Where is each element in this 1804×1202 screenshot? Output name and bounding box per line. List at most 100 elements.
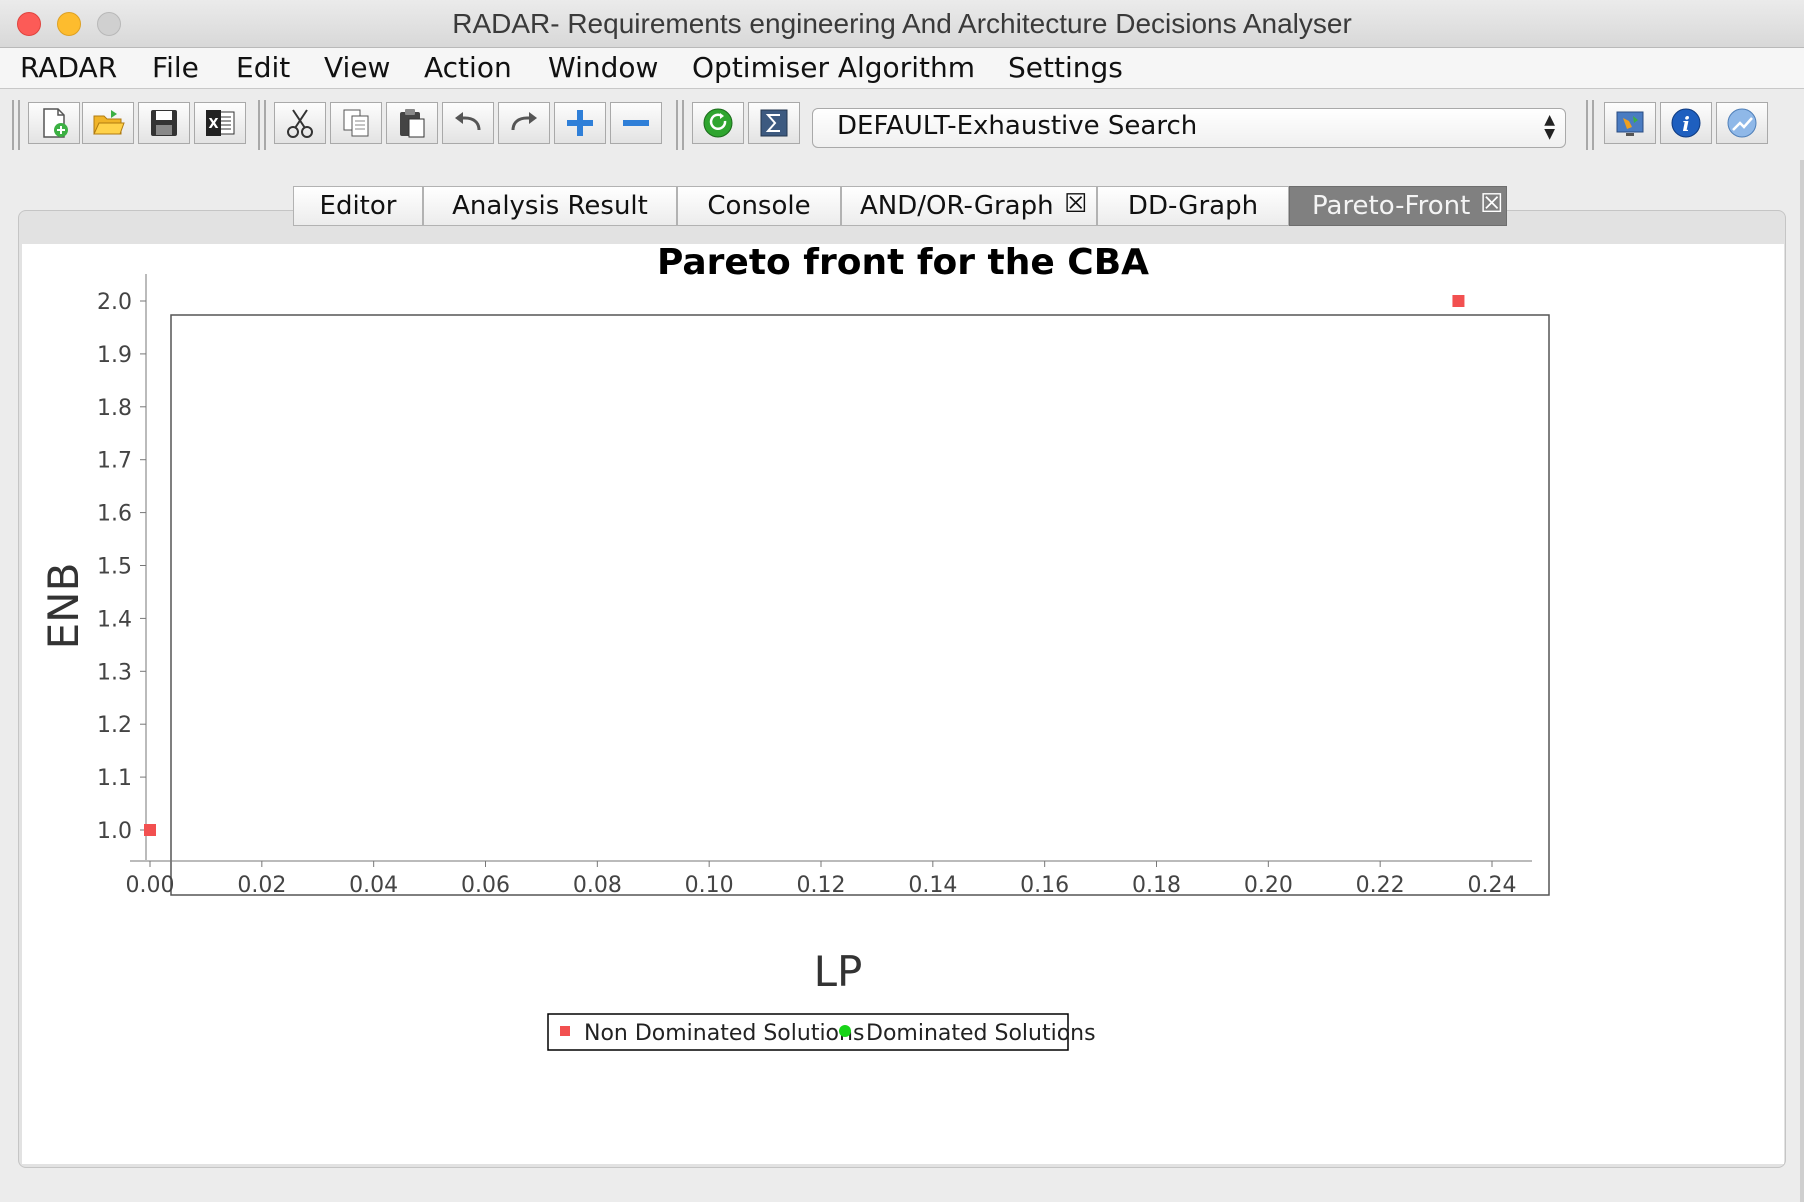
svg-text:i: i bbox=[1682, 112, 1690, 136]
menu-settings[interactable]: Settings bbox=[1008, 51, 1123, 84]
redo-icon bbox=[511, 112, 537, 131]
menu-action[interactable]: Action bbox=[424, 51, 512, 84]
world-icon bbox=[1616, 111, 1644, 136]
redo-button[interactable] bbox=[498, 102, 550, 144]
y-tick-label: 1.2 bbox=[97, 713, 132, 738]
paste-button[interactable] bbox=[386, 102, 438, 144]
y-tick-label: 1.3 bbox=[97, 660, 132, 685]
paste-icon bbox=[400, 109, 425, 138]
algorithm-select[interactable]: DEFAULT-Exhaustive Search ▲ ▼ bbox=[812, 108, 1566, 148]
zoom-out-button[interactable] bbox=[610, 102, 662, 144]
x-tick-label: 0.14 bbox=[908, 873, 957, 898]
tab-label: Editor bbox=[319, 191, 397, 221]
title-bar: RADAR- Requirements engineering And Arch… bbox=[0, 0, 1804, 48]
menu-view[interactable]: View bbox=[324, 51, 390, 84]
tab-pareto-front[interactable]: Pareto-Front ☒ bbox=[1289, 186, 1507, 226]
y-tick-label: 1.5 bbox=[97, 555, 132, 580]
y-tick-label: 1.8 bbox=[97, 396, 132, 421]
world-button[interactable] bbox=[1604, 102, 1656, 144]
sigma-icon bbox=[760, 109, 788, 137]
tab-editor[interactable]: Editor bbox=[293, 186, 423, 226]
menu-optimiser-algorithm[interactable]: Optimiser Algorithm bbox=[692, 51, 975, 84]
undo-icon bbox=[455, 112, 481, 131]
copy-icon bbox=[343, 109, 369, 137]
sigma-button[interactable] bbox=[748, 102, 800, 144]
x-tick-label: 0.06 bbox=[461, 873, 510, 898]
x-tick-label: 0.24 bbox=[1468, 873, 1517, 898]
refresh-icon bbox=[703, 108, 733, 138]
y-tick-label: 1.6 bbox=[97, 502, 132, 527]
select-arrows-icon: ▲ ▼ bbox=[1544, 112, 1555, 142]
close-tab-icon[interactable]: ☒ bbox=[1064, 191, 1087, 217]
svg-text:X: X bbox=[208, 117, 218, 132]
x-tick-label: 0.02 bbox=[237, 873, 286, 898]
x-tick-label: 0.12 bbox=[797, 873, 846, 898]
menu-file[interactable]: File bbox=[152, 51, 199, 84]
toolbar-grip[interactable] bbox=[676, 100, 684, 150]
toolbar-grip[interactable] bbox=[12, 100, 20, 150]
window-edge bbox=[1800, 160, 1804, 1202]
y-tick-label: 1.9 bbox=[97, 343, 132, 368]
copy-button[interactable] bbox=[330, 102, 382, 144]
menu-radar[interactable]: RADAR bbox=[20, 51, 117, 84]
toolbar-grip[interactable] bbox=[1586, 100, 1594, 150]
cut-icon bbox=[287, 109, 313, 138]
x-tick-label: 0.16 bbox=[1020, 873, 1069, 898]
legend: Non Dominated Solutions Dominated Soluti… bbox=[547, 1013, 1096, 1051]
tab-label: Pareto-Front bbox=[1312, 191, 1471, 221]
legend-label-dominated: Dominated Solutions bbox=[866, 1021, 1096, 1046]
tab-console[interactable]: Console bbox=[677, 186, 841, 226]
chart-container: Pareto front for the CBA 1.0 1.1 1.2 1.3 1.4… bbox=[22, 244, 1784, 1164]
y-axis: 1.0 1.1 1.2 1.3 1.4 1.5 1.6 1.7 1.8 1.9 2.0 bbox=[97, 274, 147, 860]
pareto-chart: Pareto front for the CBA 1.0 1.1 1.2 1.3 1.4… bbox=[39, 244, 1550, 1051]
zoom-out-icon bbox=[623, 120, 649, 126]
y-tick-label: 1.0 bbox=[97, 819, 132, 844]
data-point bbox=[144, 824, 156, 836]
tab-label: Analysis Result bbox=[452, 191, 648, 221]
toolbar: X DEFAULT-Exhaustive Search ▲ ▼ i bbox=[0, 90, 1804, 160]
zoom-in-icon bbox=[567, 110, 593, 136]
tab-label: Console bbox=[707, 191, 811, 221]
toolbar-grip[interactable] bbox=[258, 100, 266, 150]
info-button[interactable]: i bbox=[1660, 102, 1712, 144]
menu-bar: RADAR File Edit View Action Window Optim… bbox=[0, 48, 1804, 89]
tab-label: DD-Graph bbox=[1127, 191, 1259, 221]
tab-analysis-result[interactable]: Analysis Result bbox=[423, 186, 677, 226]
tab-label: AND/OR-Graph bbox=[860, 191, 1054, 221]
export-excel-button[interactable]: X bbox=[194, 102, 246, 144]
excel-export-icon: X bbox=[206, 110, 235, 136]
open-folder-icon bbox=[93, 110, 125, 135]
close-tab-icon[interactable]: ☒ bbox=[1480, 191, 1503, 217]
chart-button[interactable] bbox=[1716, 102, 1768, 144]
tab-and-or-graph[interactable]: AND/OR-Graph ☒ bbox=[841, 186, 1097, 226]
algorithm-select-value: DEFAULT-Exhaustive Search bbox=[837, 111, 1198, 141]
x-tick-label: 0.10 bbox=[685, 873, 734, 898]
chart-title: Pareto front for the CBA bbox=[657, 244, 1149, 283]
zoom-in-button[interactable] bbox=[554, 102, 606, 144]
x-axis-label: LP bbox=[814, 947, 863, 996]
legend-marker-non-dominated bbox=[560, 1026, 570, 1036]
run-analysis-button[interactable] bbox=[692, 102, 744, 144]
open-button[interactable] bbox=[82, 102, 134, 144]
cut-button[interactable] bbox=[274, 102, 326, 144]
info-icon: i bbox=[1671, 108, 1701, 138]
new-file-button[interactable] bbox=[28, 102, 80, 144]
undo-button[interactable] bbox=[442, 102, 494, 144]
x-tick-label: 0.00 bbox=[126, 873, 175, 898]
x-tick-label: 0.08 bbox=[573, 873, 622, 898]
y-tick-label: 1.4 bbox=[97, 607, 132, 632]
menu-edit[interactable]: Edit bbox=[236, 51, 290, 84]
window-title: RADAR- Requirements engineering And Arch… bbox=[452, 8, 1352, 39]
y-tick-label: 2.0 bbox=[97, 290, 132, 315]
legend-marker-dominated bbox=[839, 1025, 851, 1037]
tab-dd-graph[interactable]: DD-Graph bbox=[1097, 186, 1289, 226]
plot-frame bbox=[170, 314, 1550, 896]
x-tick-label: 0.04 bbox=[349, 873, 398, 898]
save-button[interactable] bbox=[138, 102, 190, 144]
menu-window[interactable]: Window bbox=[548, 51, 658, 84]
x-tick-label: 0.18 bbox=[1132, 873, 1181, 898]
y-tick-label: 1.1 bbox=[97, 766, 132, 791]
x-tick-label: 0.22 bbox=[1356, 873, 1405, 898]
save-icon bbox=[151, 110, 177, 136]
data-point bbox=[1452, 295, 1465, 307]
